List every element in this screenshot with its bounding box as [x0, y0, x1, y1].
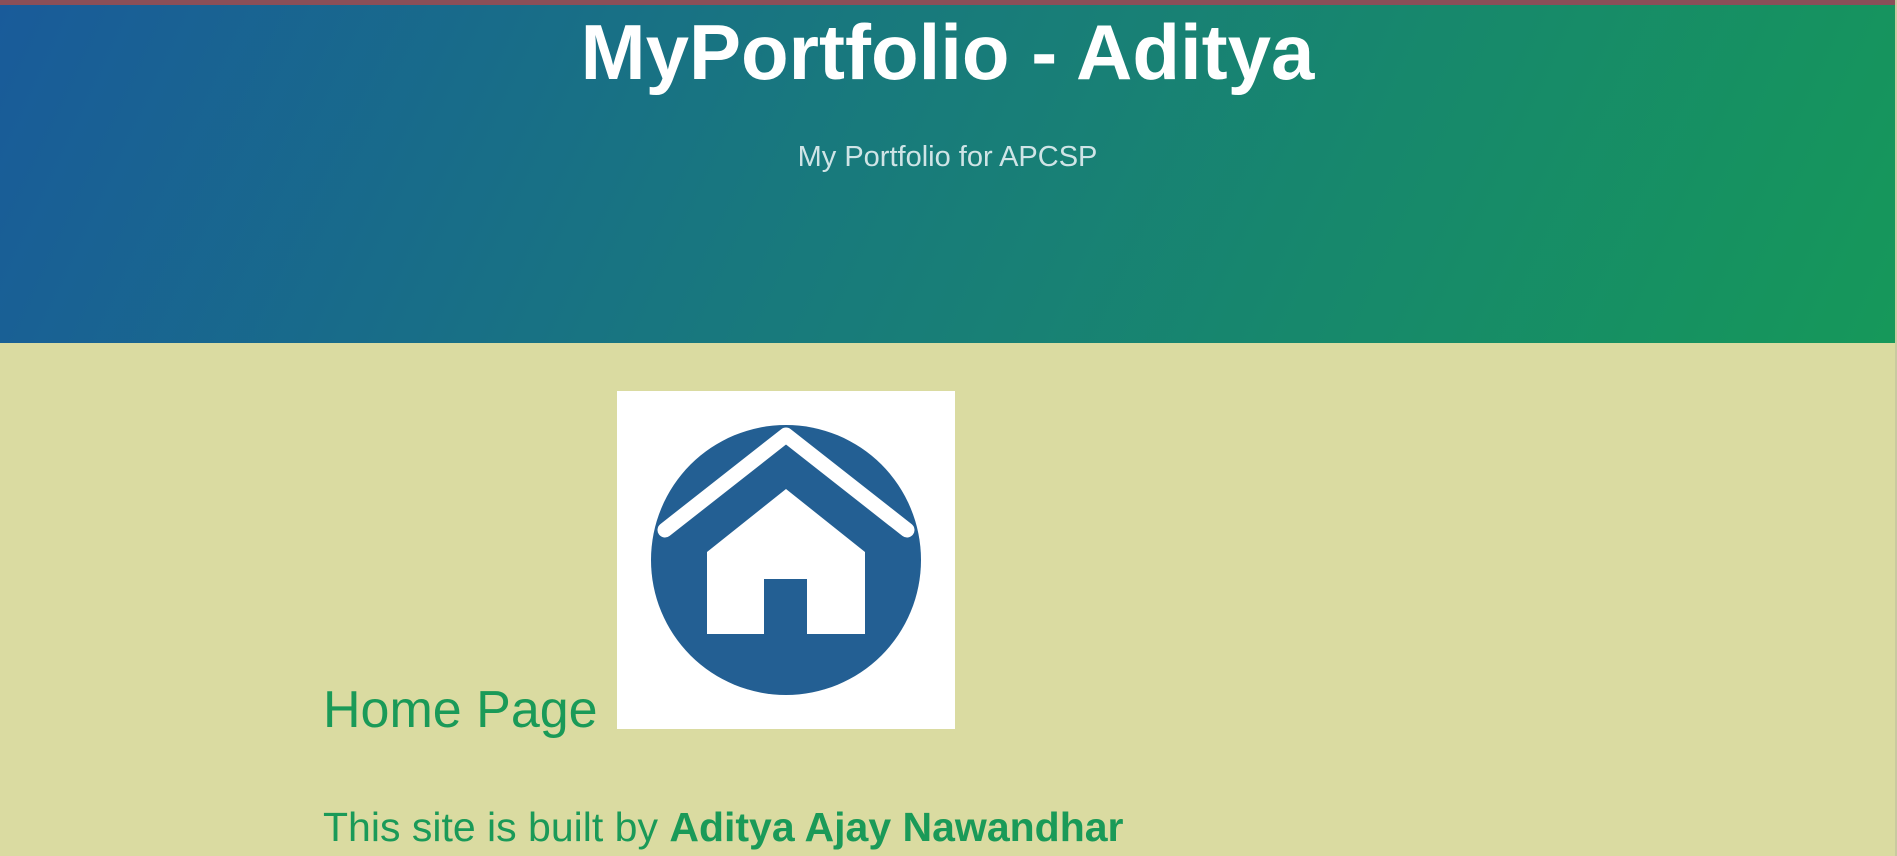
credit-prefix: This site is built by — [323, 804, 670, 850]
credit-line: This site is built by Aditya Ajay Nawand… — [323, 803, 1124, 851]
page-heading: Home Page — [323, 681, 598, 739]
home-image — [617, 391, 955, 729]
site-subtitle: My Portfolio for APCSP — [797, 141, 1098, 173]
site-header: MyPortfolio - Aditya My Portfolio for AP… — [0, 5, 1895, 343]
home-icon — [651, 425, 921, 695]
site-title: MyPortfolio - Aditya — [580, 8, 1315, 96]
author-name: Aditya Ajay Nawandhar — [669, 804, 1124, 850]
